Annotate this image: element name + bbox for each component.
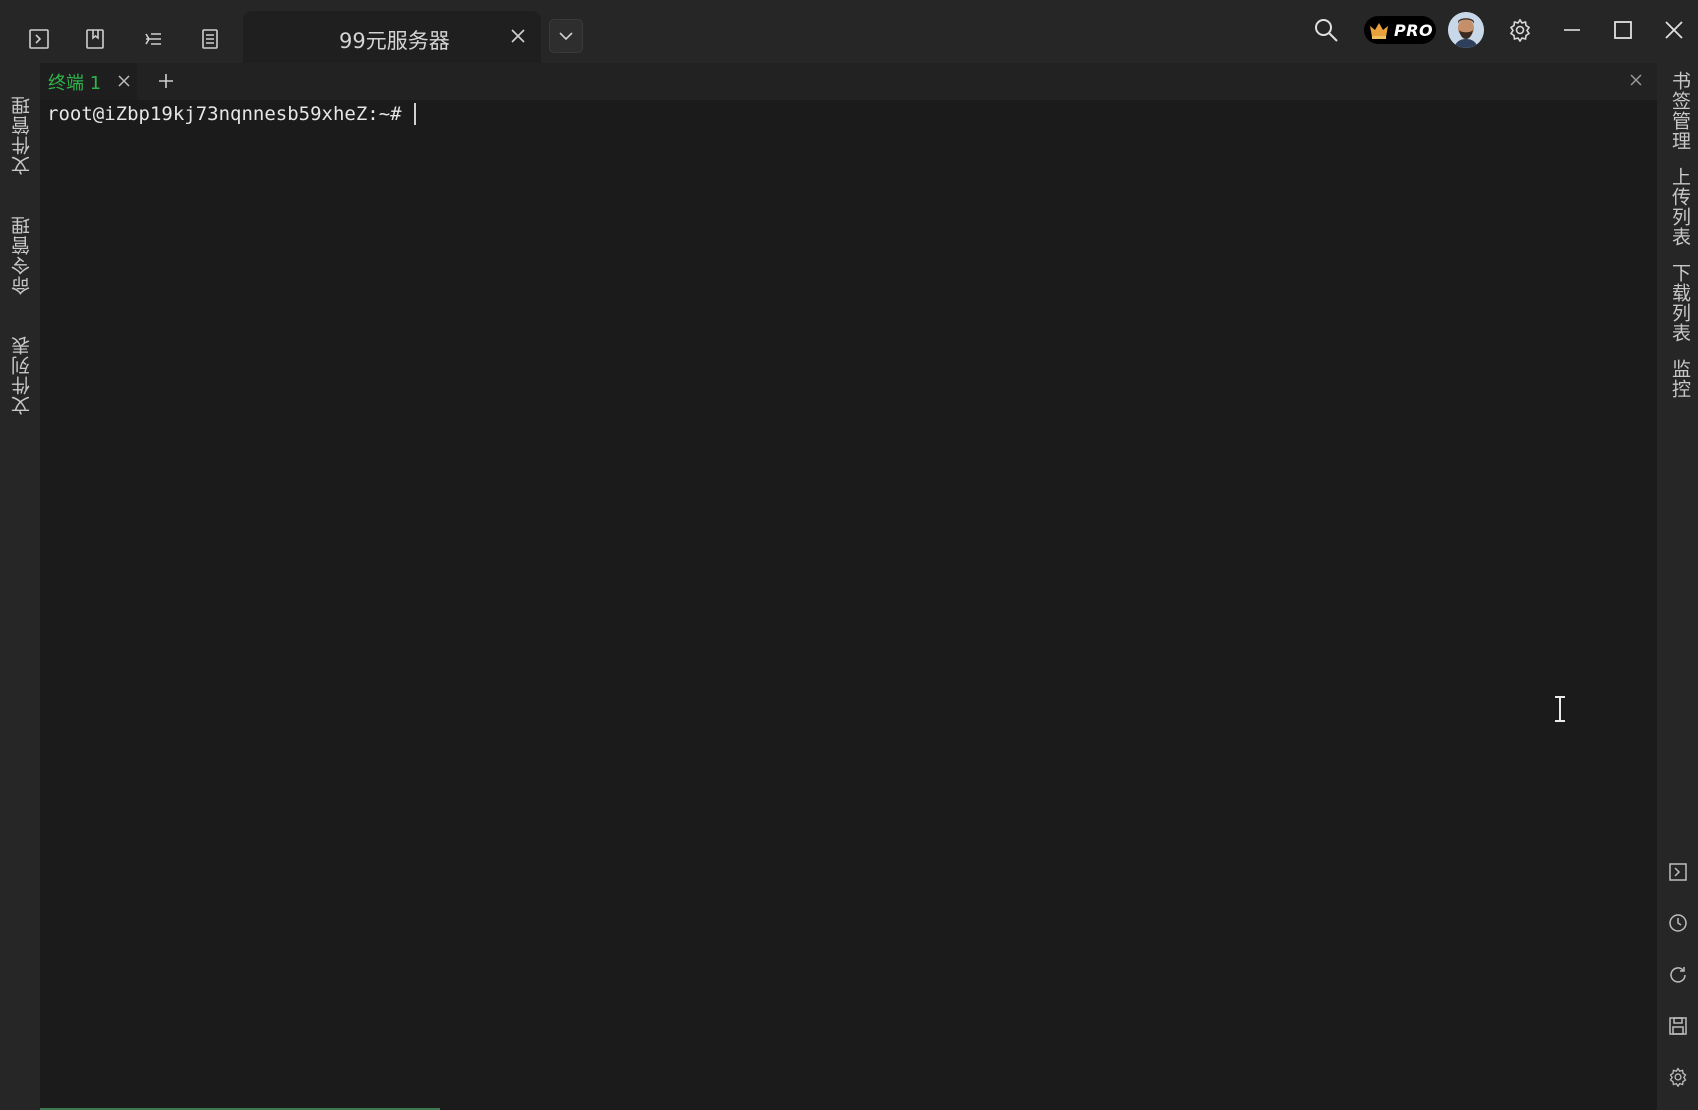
text-cursor [413, 103, 416, 125]
pro-label: PRO [1394, 20, 1434, 40]
maximize-icon[interactable] [1605, 12, 1641, 48]
terminal-icon[interactable] [1666, 860, 1690, 884]
refresh-icon[interactable] [1666, 963, 1690, 987]
list-icon[interactable] [192, 21, 228, 57]
terminal-tab-label: 终端 1 [48, 72, 102, 94]
session-tab-label: 99元服务器 [339, 29, 450, 53]
crown-icon [1366, 17, 1392, 43]
close-icon[interactable] [114, 71, 134, 91]
save-icon[interactable] [1666, 1014, 1690, 1038]
add-tab-icon[interactable] [153, 68, 179, 94]
right-sidebar: 书签管理 上传列表 下载列表 监控 [1657, 63, 1698, 1110]
pro-badge[interactable]: PRO [1364, 16, 1436, 44]
terminal-tab-strip: 终端 1 [40, 63, 1657, 100]
sidebar-item-monitor[interactable]: 监控 [1667, 359, 1694, 399]
chevron-down-icon[interactable] [549, 19, 583, 53]
sidebar-item-file-manager[interactable]: 文件管理 [8, 95, 35, 175]
history-icon[interactable] [1666, 911, 1690, 935]
sidebar-item-bookmarks[interactable]: 书签管理 [1667, 71, 1694, 151]
tree-icon[interactable] [135, 21, 171, 57]
terminal-icon[interactable] [21, 21, 57, 57]
terminal-prompt: root@iZbp19kj73nqnnesb59xheZ:~# [47, 103, 402, 125]
sidebar-item-upload-list[interactable]: 上传列表 [1667, 167, 1694, 247]
ibeam-cursor-icon [1555, 696, 1565, 722]
gear-icon[interactable] [1666, 1065, 1690, 1089]
sidebar-item-command-manager[interactable]: 命令管理 [8, 215, 35, 295]
terminal-area[interactable]: root@iZbp19kj73nqnnesb59xheZ:~# [40, 100, 1657, 1110]
avatar[interactable] [1448, 12, 1484, 48]
search-icon[interactable] [1308, 12, 1344, 48]
gear-icon[interactable] [1502, 12, 1538, 48]
close-window-icon[interactable] [1656, 12, 1692, 48]
close-icon[interactable] [1627, 71, 1645, 89]
sidebar-item-download-list[interactable]: 下载列表 [1667, 263, 1694, 343]
terminal-prompt-line: root@iZbp19kj73nqnnesb59xheZ:~# [47, 103, 416, 125]
close-icon[interactable] [505, 23, 531, 49]
title-bar: 99元服务器 PRO [0, 0, 1698, 63]
minimize-icon[interactable] [1554, 12, 1590, 48]
bookmark-icon[interactable] [77, 21, 113, 57]
sidebar-item-file-list[interactable]: 文件列表 [8, 335, 35, 415]
session-tab[interactable]: 99元服务器 [243, 11, 541, 63]
left-sidebar: 文件管理 命令管理 文件列表 [0, 63, 40, 1110]
